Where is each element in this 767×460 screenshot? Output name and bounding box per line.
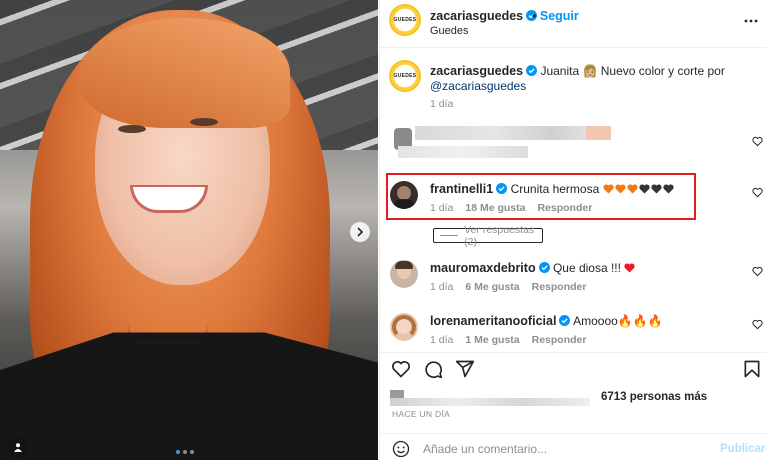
comment-meta: 1 día 6 Me gusta Responder (430, 281, 586, 293)
heart-icon[interactable] (752, 319, 763, 330)
comment-highlight-box (386, 173, 696, 220)
view-replies-label: Ver respuestas (2) (464, 223, 535, 248)
comment-input[interactable] (423, 442, 703, 456)
caption-body: Juanita 👩🏼 Nuevo color y corte por (540, 64, 725, 78)
comment-item: lorenameritanooficial Amoooo🔥🔥🔥 1 día 1 … (380, 310, 767, 350)
caption-text: zacariasguedes Juanita 👩🏼 Nuevo color y … (430, 64, 730, 94)
chevron-right-icon (357, 227, 364, 237)
comment-time[interactable]: 1 día (430, 281, 453, 293)
caption-username[interactable]: zacariasguedes (430, 64, 523, 78)
carousel-dot (190, 450, 194, 454)
reply-button[interactable]: Responder (532, 281, 587, 293)
replies-dash (440, 235, 459, 236)
carousel-dot (176, 450, 180, 454)
heart-icon[interactable] (752, 266, 763, 277)
comment-username[interactable]: mauromaxdebrito (430, 261, 536, 275)
comment-likes[interactable]: 1 Me gusta (465, 334, 519, 346)
author-username[interactable]: zacariasguedes (430, 9, 538, 23)
verified-icon (526, 65, 538, 76)
comment-body: Amoooo🔥🔥🔥 (573, 314, 663, 328)
comment-item: mauromaxdebrito Que diosa !!! 1 día 6 Me… (380, 257, 767, 297)
avatar-logo-text: GUEDES (391, 6, 419, 34)
emoji-icon[interactable] (392, 440, 410, 458)
comment-text: lorenameritanooficial Amoooo🔥🔥🔥 (430, 314, 730, 329)
blurred-meta (398, 146, 528, 158)
post-photo[interactable] (0, 0, 378, 460)
caption-mention-link[interactable]: @zacariasguedes (430, 79, 526, 93)
tag-user-icon (14, 443, 22, 452)
caption-avatar[interactable]: GUEDES (389, 60, 421, 92)
comment-avatar[interactable] (390, 313, 418, 341)
follow-button[interactable]: • Seguir (532, 9, 579, 23)
photo-eye-right (190, 118, 218, 126)
post-caption: GUEDES zacariasguedes Juanita 👩🏼 Nuevo c… (380, 58, 767, 113)
comment-username[interactable]: lorenameritanooficial (430, 314, 556, 328)
author-subtitle[interactable]: Guedes (430, 25, 469, 37)
blurred-text (415, 126, 610, 140)
blurred-liker-names (390, 398, 590, 406)
caption-meta: 1 día (430, 98, 453, 110)
next-photo-button[interactable] (350, 222, 370, 242)
comment-body: Que diosa !!! (552, 261, 621, 275)
bookmark-icon[interactable] (742, 359, 762, 379)
likes-summary[interactable]: 6713 personas más (390, 390, 760, 406)
comment-meta: 1 día 1 Me gusta Responder (430, 334, 586, 346)
comment-blurred (380, 122, 767, 167)
tagged-users-button[interactable] (8, 437, 28, 457)
comment-time[interactable]: 1 día (430, 334, 453, 346)
author-avatar[interactable]: GUEDES (389, 4, 421, 36)
photo-necklace (128, 325, 208, 345)
red-heart-emoji (624, 263, 635, 273)
heart-icon[interactable] (391, 359, 411, 379)
verified-icon (538, 262, 550, 273)
verified-icon (559, 315, 571, 326)
heart-icon[interactable] (752, 136, 763, 147)
likes-count[interactable]: 6713 personas más (601, 391, 707, 403)
comment-icon[interactable] (423, 359, 443, 379)
photo-bangs (80, 18, 290, 128)
follow-label: Seguir (539, 9, 579, 23)
heart-icon[interactable] (752, 187, 763, 198)
post-timestamp[interactable]: HACE UN DÍA (392, 409, 450, 419)
view-replies-button[interactable]: Ver respuestas (2) (433, 224, 543, 248)
comment-text: mauromaxdebrito Que diosa !!! (430, 261, 730, 276)
post-actions-bar (380, 352, 767, 382)
more-icon[interactable] (744, 14, 758, 28)
post-header: GUEDES zacariasguedes • Seguir Guedes (380, 0, 767, 48)
reply-button[interactable]: Responder (532, 334, 587, 346)
photo-eye-left (118, 125, 146, 133)
comment-composer: Publicar (380, 433, 767, 460)
author-username-text: zacariasguedes (430, 9, 524, 23)
caption-time[interactable]: 1 día (430, 98, 453, 110)
share-icon[interactable] (455, 359, 475, 379)
comment-likes[interactable]: 6 Me gusta (465, 281, 519, 293)
publish-button[interactable]: Publicar (720, 443, 765, 455)
avatar-logo-text: GUEDES (391, 62, 419, 90)
carousel-dots (176, 450, 194, 454)
comment-avatar[interactable] (390, 260, 418, 288)
blurred-emoji (586, 126, 611, 140)
carousel-dot (183, 450, 187, 454)
